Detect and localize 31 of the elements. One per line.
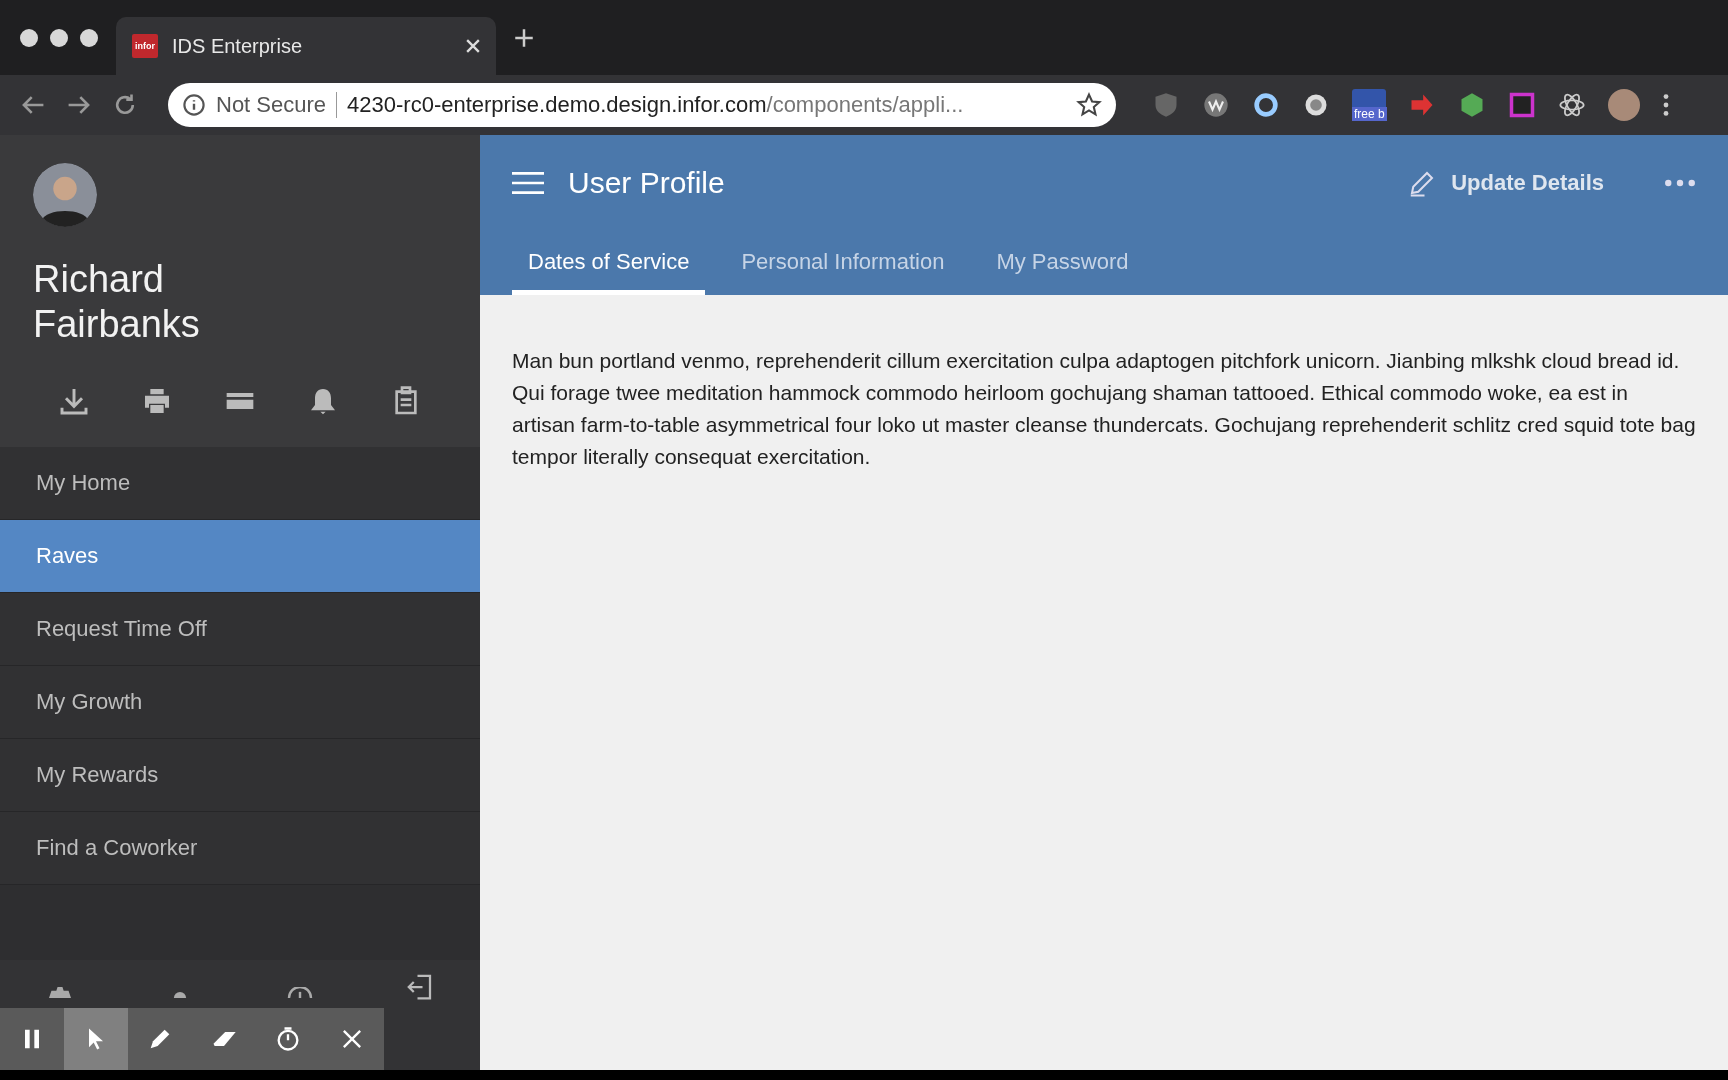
menu-icon[interactable] (512, 169, 544, 196)
ring-extension-icon[interactable] (1252, 91, 1280, 119)
window-close-control[interactable] (20, 28, 38, 47)
square-extension-icon[interactable] (1508, 91, 1536, 119)
page-title: User Profile (568, 165, 726, 200)
user-name: Richard Fairbanks (33, 257, 201, 347)
close-tab-icon[interactable] (466, 39, 480, 53)
update-details-button[interactable]: Update Details (1407, 167, 1604, 198)
info-icon[interactable] (182, 93, 206, 117)
url-text: 4230-rc0-enterprise.demo.design.infor.com/components/appli... (347, 92, 965, 118)
site-favicon: infor (132, 34, 158, 58)
bookmark-star-icon[interactable] (1076, 92, 1102, 118)
new-tab-icon[interactable] (514, 27, 534, 48)
more-options-icon[interactable] (1664, 177, 1696, 188)
tab-title: IDS Enterprise (172, 34, 304, 58)
profile-avatar[interactable] (1608, 89, 1640, 121)
badged-extension-icon[interactable]: free b (1352, 89, 1386, 121)
window-minimize-control[interactable] (50, 28, 68, 47)
browser-menu-icon[interactable] (1662, 93, 1670, 117)
pointer-tool-button[interactable] (64, 1008, 128, 1070)
window-zoom-control[interactable] (80, 28, 98, 47)
extension-badge: free b (1352, 107, 1387, 121)
body-paragraph: Man bun portland venmo, reprehenderit cillum exercitation culpa adaptogen pitchfork unicorn. Jianbing mlkshk cloud bread id. Qui forage twee meditation hammock commodo heirloom gochujang shaman tattooed. Ethical commodo woke, ea est in artisan farm-to-table asymmetrical four loko ut master cleanse thundercats. Gochujang reprehenderit schlitz cred squid tote bag tempor literally consequat exercitation. (512, 348, 1696, 470)
sidebar-item[interactable]: Raves (0, 520, 480, 593)
tab[interactable]: Dates of Service (512, 233, 706, 295)
wave-extension-icon[interactable] (1202, 91, 1230, 119)
user-avatar (33, 163, 97, 227)
browser-tab[interactable]: infor IDS Enterprise (116, 17, 496, 75)
address-bar[interactable]: Not Secure 4230-rc0-enterprise.demo.design.infor.com/components/appli... (168, 83, 1116, 127)
atom-icon[interactable] (1558, 91, 1586, 119)
security-label: Not Secure (216, 92, 327, 118)
